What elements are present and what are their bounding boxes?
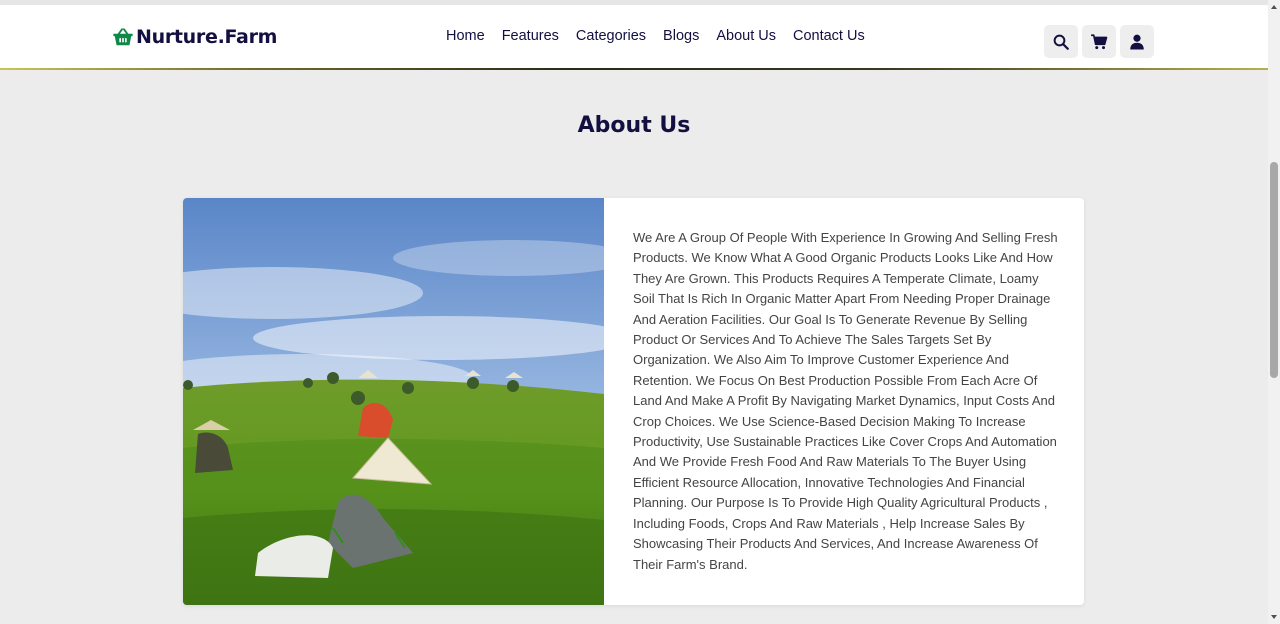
user-icon	[1130, 34, 1144, 49]
brand-name: Nurture.Farm	[136, 26, 278, 48]
about-description: We Are A Group Of People With Experience…	[633, 230, 1058, 572]
tea-field-workers-photo	[183, 198, 604, 605]
scrollbar-thumb[interactable]	[1270, 162, 1278, 378]
site-header: Nurture.Farm Home Features Categories Bl…	[0, 5, 1268, 69]
search-button[interactable]	[1044, 25, 1078, 58]
about-card: We Are A Group Of People With Experience…	[183, 198, 1084, 605]
nav-categories[interactable]: Categories	[576, 28, 646, 44]
nav-about-us[interactable]: About Us	[716, 28, 776, 44]
nav-contact-us[interactable]: Contact Us	[793, 28, 865, 44]
basket-icon	[113, 28, 133, 46]
user-button[interactable]	[1120, 25, 1154, 58]
hero-image-edge	[0, 68, 1268, 70]
scroll-up-arrow-icon[interactable]	[1270, 3, 1278, 11]
nav-home[interactable]: Home	[446, 28, 485, 44]
search-icon	[1053, 34, 1069, 50]
section-heading-about: About Us	[577, 113, 691, 138]
page-scrollbar[interactable]	[1268, 0, 1280, 624]
nav-blogs[interactable]: Blogs	[663, 28, 699, 44]
cart-button[interactable]	[1082, 25, 1116, 58]
main-nav: Home Features Categories Blogs About Us …	[446, 28, 865, 44]
brand-logo[interactable]: Nurture.Farm	[112, 26, 277, 48]
nav-features[interactable]: Features	[502, 28, 559, 44]
scroll-down-arrow-icon[interactable]	[1270, 613, 1278, 621]
cart-icon	[1091, 33, 1108, 49]
